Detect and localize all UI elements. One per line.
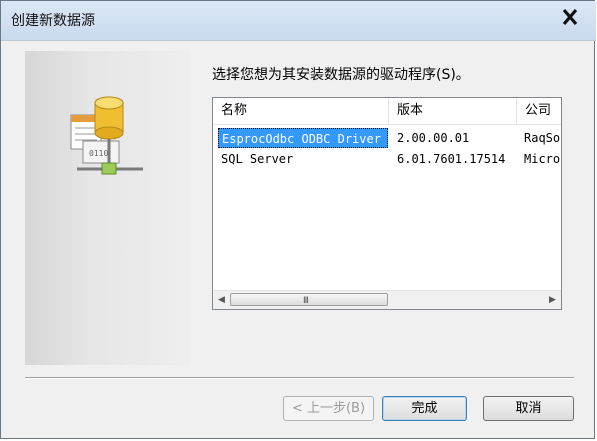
table-row[interactable]: EsprocOdbc ODBC Driver 2.00.00.01 RaqSo xyxy=(213,128,561,149)
wizard-image-panel: 0110 xyxy=(25,51,190,365)
driver-name-cell[interactable]: SQL Server xyxy=(221,149,388,169)
button-separator xyxy=(25,377,574,379)
scroll-right-button[interactable]: ▶ xyxy=(544,291,561,309)
scroll-right-arrow-icon: ▶ xyxy=(549,295,556,305)
database-network-icon: 0110 xyxy=(70,96,143,175)
table-row[interactable]: SQL Server 6.01.7601.17514 Micro xyxy=(213,149,561,170)
title-bar: 创建新数据源 xyxy=(1,1,596,41)
create-data-source-dialog: 创建新数据源 0110 选择您想为其安装数据源的驱动程序(S)。 名称 版本 公… xyxy=(0,0,596,439)
column-header-name[interactable]: 名称 xyxy=(213,98,389,124)
svg-text:0110: 0110 xyxy=(89,149,108,158)
column-header-version[interactable]: 版本 xyxy=(389,98,517,124)
close-button[interactable] xyxy=(558,7,582,27)
driver-version-cell: 6.01.7601.17514 xyxy=(397,152,506,166)
column-header-company[interactable]: 公司 xyxy=(517,98,561,124)
driver-version-cell: 2.00.00.01 xyxy=(397,131,470,145)
scroll-left-button[interactable]: ◀ xyxy=(213,291,230,309)
instruction-label: 选择您想为其安装数据源的驱动程序(S)。 xyxy=(212,67,470,83)
scroll-left-arrow-icon: ◀ xyxy=(218,295,225,305)
driver-company-cell: RaqSo xyxy=(524,131,561,145)
list-header: 名称 版本 公司 xyxy=(213,98,561,125)
driver-list[interactable]: 名称 版本 公司 EsprocOdbc ODBC Driver 2.00.00.… xyxy=(212,97,562,310)
driver-name-cell[interactable]: EsprocOdbc ODBC Driver xyxy=(218,128,388,148)
window-title: 创建新数据源 xyxy=(11,13,95,29)
finish-button[interactable]: 完成 xyxy=(382,396,467,421)
dialog-body: 0110 选择您想为其安装数据源的驱动程序(S)。 名称 版本 公司 Espro… xyxy=(9,41,588,432)
close-icon xyxy=(562,8,578,26)
cancel-button[interactable]: 取消 xyxy=(483,396,574,421)
grip-icon: III xyxy=(303,296,309,306)
scrollbar-thumb[interactable]: III xyxy=(230,293,388,306)
back-button[interactable]: < 上一步(B) xyxy=(283,396,374,421)
driver-company-cell: Micro xyxy=(524,152,561,166)
horizontal-scrollbar[interactable]: ◀ III ▶ xyxy=(213,290,561,309)
